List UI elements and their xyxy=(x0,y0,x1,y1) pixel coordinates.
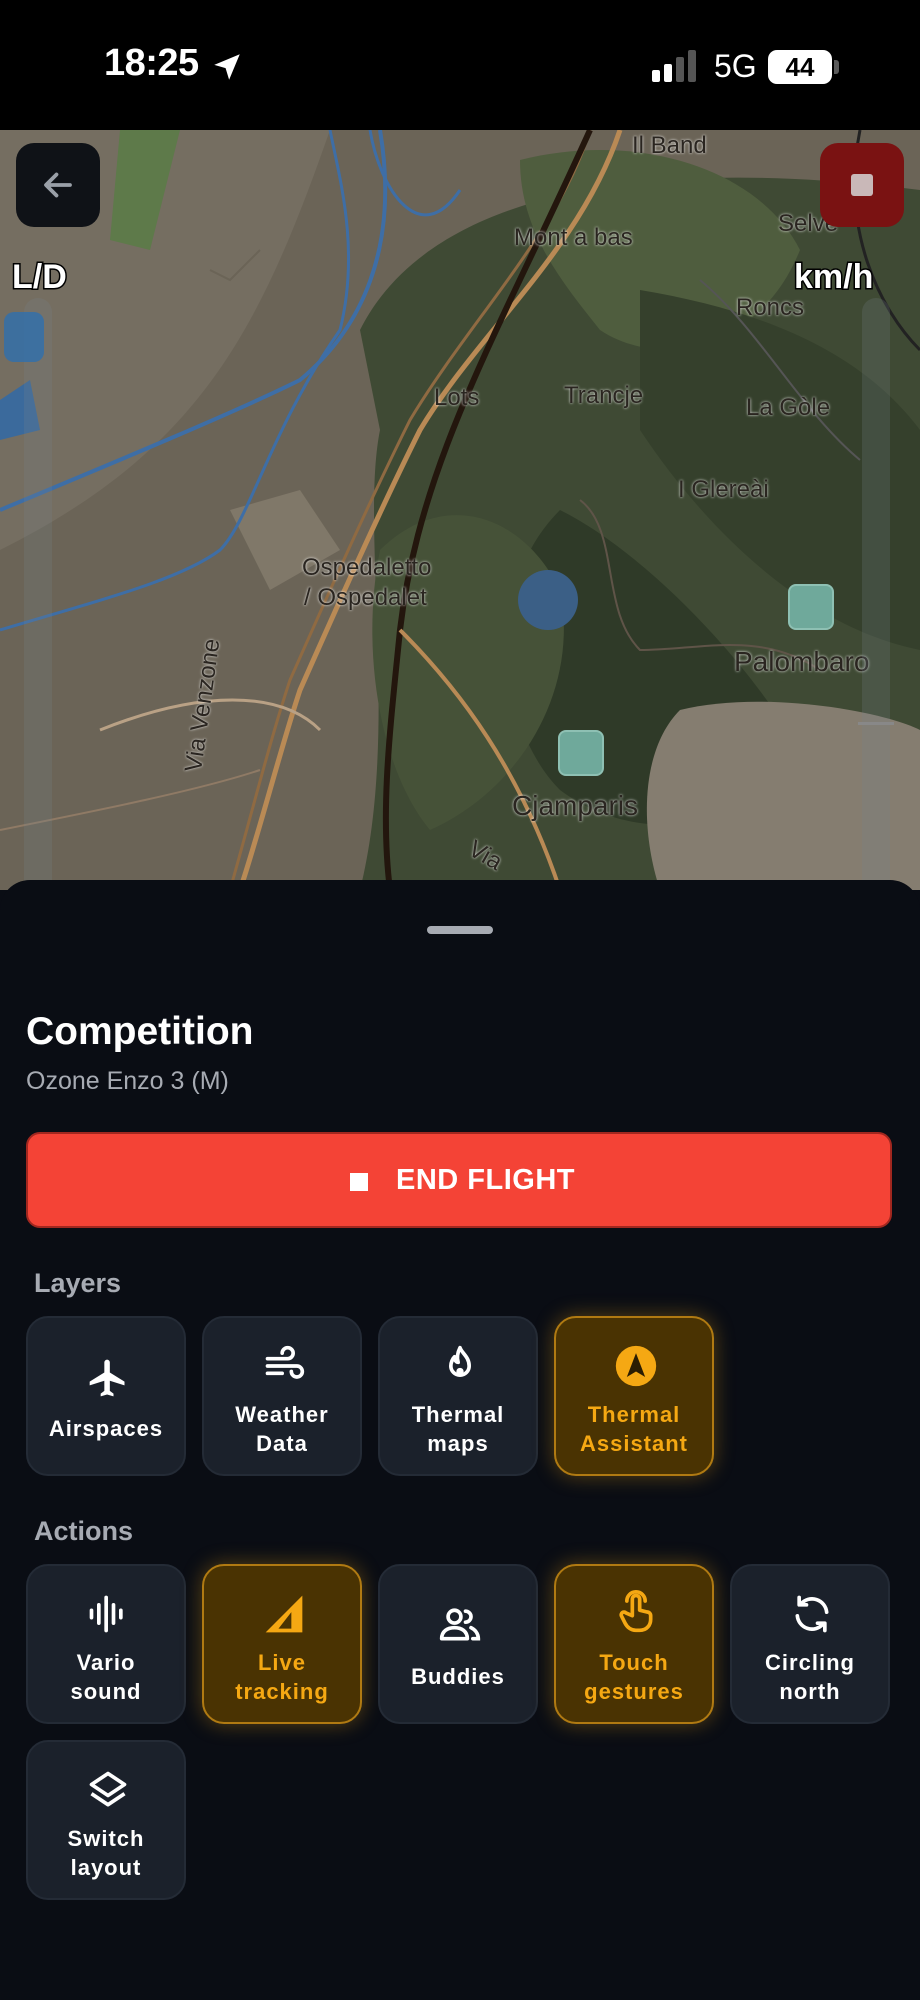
layers-icon xyxy=(89,1771,127,1807)
glider-name: Ozone Enzo 3 (M) xyxy=(26,1067,229,1095)
tile-label-line1: Circling xyxy=(765,1650,855,1675)
map-label: I Glereài xyxy=(678,476,769,503)
map-label: Cjamparis xyxy=(512,790,639,821)
map-label: La Gòle xyxy=(746,394,831,421)
ld-gauge-label: L/D xyxy=(11,257,69,298)
battery-nub xyxy=(834,60,839,74)
map-label: Ospedaletto xyxy=(302,554,432,581)
map-label: Palombaro xyxy=(734,646,870,677)
action-buddies-tile[interactable]: Buddies xyxy=(378,1564,538,1724)
status-time: 18:25 xyxy=(104,42,199,84)
layer-thermal-maps-tile[interactable]: Thermal maps xyxy=(378,1316,538,1476)
wind-icon xyxy=(265,1345,305,1379)
tile-label-line2: tracking xyxy=(235,1679,329,1704)
speed-gauge-label: km/h xyxy=(792,257,874,298)
signal-triangle-icon xyxy=(265,1595,303,1633)
map-label: Trancje xyxy=(564,382,644,409)
status-bar: 18:25 5G 44 xyxy=(0,0,920,130)
tile-label-line2: north xyxy=(779,1679,841,1704)
battery-icon: 44 xyxy=(768,50,832,84)
ld-gauge-indicator xyxy=(4,312,44,362)
sheet-title: Competition xyxy=(26,1010,254,1053)
tile-label: Airspaces xyxy=(48,1416,164,1441)
tile-label-line1: Weather xyxy=(235,1402,329,1427)
tile-label-line2: layout xyxy=(70,1855,142,1880)
flame-icon xyxy=(449,1345,471,1377)
map-label: / Ospedalet xyxy=(304,584,427,611)
tile-label-line2: sound xyxy=(70,1679,142,1704)
layers-heading: Layers xyxy=(34,1268,122,1298)
map-label: Lots xyxy=(434,384,480,411)
tile-label-line2: maps xyxy=(427,1431,489,1456)
stop-recording-button[interactable] xyxy=(820,143,904,227)
tile-label-line2: gestures xyxy=(584,1679,684,1704)
peak-marker-icon[interactable] xyxy=(558,730,604,776)
signal-strength-icon xyxy=(652,50,696,82)
map-terrain xyxy=(0,130,920,890)
action-touch-gestures-tile[interactable]: Touch gestures xyxy=(554,1564,714,1724)
tile-label-line1: Thermal xyxy=(411,1402,505,1427)
speed-gauge xyxy=(862,298,890,890)
map-view[interactable]: Il Band Mont a bas Selve Roncs Lots Tran… xyxy=(0,130,920,890)
action-switch-layout-tile[interactable]: Switch layout xyxy=(26,1740,186,1900)
layer-weather-data-tile[interactable]: Weather Data xyxy=(202,1316,362,1476)
layer-thermal-assistant-tile[interactable]: Thermal Assistant xyxy=(554,1316,714,1476)
action-vario-sound-tile[interactable]: Vario sound xyxy=(26,1564,186,1724)
tile-label-line2: Data xyxy=(256,1431,308,1456)
tile-label-line1: Touch xyxy=(599,1650,669,1675)
stop-icon xyxy=(350,1173,368,1191)
layer-airspaces-tile[interactable]: Airspaces xyxy=(26,1316,186,1476)
users-icon xyxy=(439,1608,481,1641)
network-type: 5G xyxy=(714,48,757,84)
end-flight-button[interactable]: END FLIGHT xyxy=(26,1132,892,1228)
arrow-left-icon xyxy=(44,172,72,198)
pointer-hand-icon xyxy=(619,1590,653,1633)
action-live-tracking-tile[interactable]: Live tracking xyxy=(202,1564,362,1724)
battery-level: 44 xyxy=(785,52,815,82)
speed-gauge-tick xyxy=(858,722,894,725)
sheet-drag-handle[interactable] xyxy=(427,926,493,934)
back-button[interactable] xyxy=(16,143,100,227)
tile-label: Buddies xyxy=(411,1664,505,1689)
peak-marker-icon[interactable] xyxy=(788,584,834,630)
flight-bottom-sheet: Competition Ozone Enzo 3 (M) END FLIGHT … xyxy=(0,880,920,2000)
location-arrow-icon xyxy=(214,54,240,80)
tile-label-line1: Thermal xyxy=(587,1402,681,1427)
navigation-arrow-icon xyxy=(615,1345,657,1387)
map-label: Il Band xyxy=(632,132,707,159)
tile-label-line1: Vario xyxy=(76,1650,136,1675)
end-flight-label: END FLIGHT xyxy=(396,1164,575,1196)
ld-gauge xyxy=(24,298,52,890)
tile-label-line2: Assistant xyxy=(579,1431,689,1456)
action-circling-north-tile[interactable]: Circling north xyxy=(730,1564,890,1724)
rotate-icon xyxy=(795,1595,829,1633)
tile-label-line1: Live xyxy=(257,1650,307,1675)
map-label: Roncs xyxy=(736,294,805,321)
stop-icon xyxy=(851,174,873,196)
tile-label-line1: Switch xyxy=(67,1826,145,1851)
plane-icon xyxy=(89,1359,125,1397)
audio-wave-icon xyxy=(89,1595,123,1633)
actions-heading: Actions xyxy=(34,1516,134,1546)
map-label: Mont a bas xyxy=(514,224,633,251)
